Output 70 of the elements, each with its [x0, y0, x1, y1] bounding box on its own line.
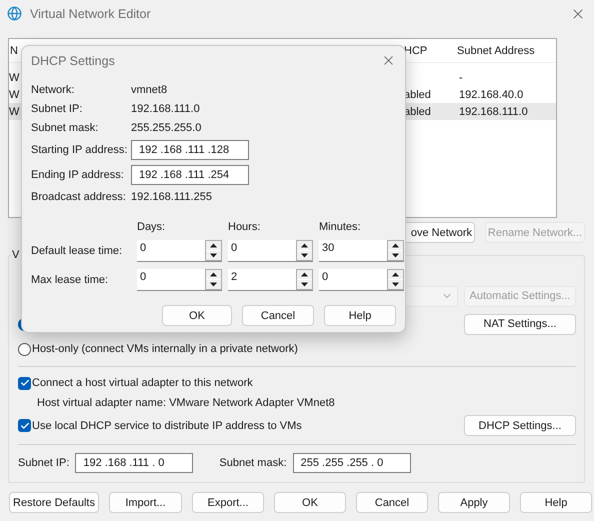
radio-button[interactable]	[18, 342, 31, 356]
nat-settings-button[interactable]: NAT Settings...	[464, 314, 576, 334]
info-label: Subnet mask:	[31, 122, 100, 134]
spin-down-icon[interactable]	[297, 280, 312, 289]
spin-down-icon[interactable]	[206, 280, 221, 289]
column-header[interactable]: Subnet Address	[457, 44, 535, 56]
subnet-ip-field[interactable]: 192 .168 .111 . 0	[75, 453, 194, 473]
info-value: 255.255.255.0	[131, 122, 202, 134]
spin-up-icon[interactable]	[388, 270, 403, 279]
dialog-button[interactable]: Cancel	[242, 305, 314, 326]
column-label: Minutes:	[319, 221, 362, 233]
field-label: Subnet IP:	[18, 457, 70, 469]
info-label: Network:	[31, 84, 76, 96]
dialog-button[interactable]: OK	[274, 492, 346, 513]
row-label: Default lease time:	[31, 245, 124, 257]
info-value: 192.168.111.0	[131, 102, 201, 114]
spin-up-icon[interactable]	[206, 241, 221, 250]
spin-down-icon[interactable]	[206, 251, 221, 260]
checkbox[interactable]	[18, 376, 31, 390]
globe-icon	[7, 6, 22, 21]
subnet-mask-field[interactable]: 255 .255 .255 . 0	[292, 453, 411, 473]
dialog-button[interactable]: Export...	[192, 492, 264, 513]
table-cell: W	[9, 106, 20, 118]
row-label: Max lease time:	[31, 274, 110, 286]
dialog-button[interactable]: Restore Defaults	[9, 492, 99, 513]
spin-down-icon[interactable]	[297, 251, 312, 260]
ip-address-field[interactable]: 192 .168 .111 .128	[131, 140, 249, 160]
table-cell: W	[9, 72, 20, 84]
ip-address-field[interactable]: 192 .168 .111 .254	[131, 164, 249, 184]
dialog-button[interactable]: OK	[162, 305, 232, 326]
number-field[interactable]: 0	[137, 269, 205, 290]
column-header[interactable]: N	[10, 44, 18, 56]
info-value: vmnet8	[131, 84, 168, 96]
radio-label[interactable]: Host-only (connect VMs internally in a private network)	[32, 343, 298, 355]
spin-up-icon[interactable]	[297, 270, 312, 279]
info-label: Subnet IP:	[31, 102, 84, 114]
column-header[interactable]: HCP	[404, 44, 428, 56]
spin-down-icon[interactable]	[388, 251, 403, 260]
checkbox-label[interactable]: Use local DHCP service to distribute IP address to VMs	[32, 420, 302, 432]
dialog-button[interactable]: Cancel	[356, 492, 428, 513]
adapter-name-text: Host virtual adapter name: VMware Network Adapter VMnet8	[37, 397, 335, 409]
number-field[interactable]: 30	[319, 240, 387, 261]
field-label: Ending IP address:	[31, 168, 125, 180]
table-cell: -	[459, 72, 463, 84]
dialog-button[interactable]: Help	[520, 492, 592, 513]
checkbox-label[interactable]: Connect a host virtual adapter to this network	[32, 377, 253, 389]
column-label: Hours:	[228, 221, 262, 233]
field-label: Subnet mask:	[219, 457, 287, 469]
spin-up-icon[interactable]	[388, 241, 403, 250]
number-field[interactable]: 0	[228, 240, 296, 261]
dialog-button[interactable]: Apply	[438, 492, 510, 513]
table-cell: 192.168.40.0	[459, 88, 524, 100]
spin-up-icon[interactable]	[206, 270, 221, 279]
column-label: Days:	[137, 221, 166, 233]
info-value: 192.168.111.255	[131, 190, 213, 202]
spin-down-icon[interactable]	[388, 280, 403, 289]
window-title: Virtual Network Editor	[30, 6, 152, 20]
number-field[interactable]: 0	[137, 240, 205, 261]
table-cell: 192.168.111.0	[459, 106, 528, 118]
spin-up-icon[interactable]	[297, 241, 312, 250]
number-field[interactable]: 2	[228, 269, 296, 290]
dialog-button[interactable]: Help	[324, 305, 396, 326]
dhcp-settings-button[interactable]: DHCP Settings...	[464, 415, 576, 436]
checkbox[interactable]	[18, 419, 31, 432]
dialog-button[interactable]: Import...	[109, 492, 182, 513]
number-field[interactable]: 0	[319, 269, 387, 290]
info-label: Broadcast address:	[31, 190, 127, 202]
field-label: Starting IP address:	[31, 144, 128, 156]
dialog-title: DHCP Settings	[31, 54, 116, 68]
group-label: V	[11, 249, 20, 261]
